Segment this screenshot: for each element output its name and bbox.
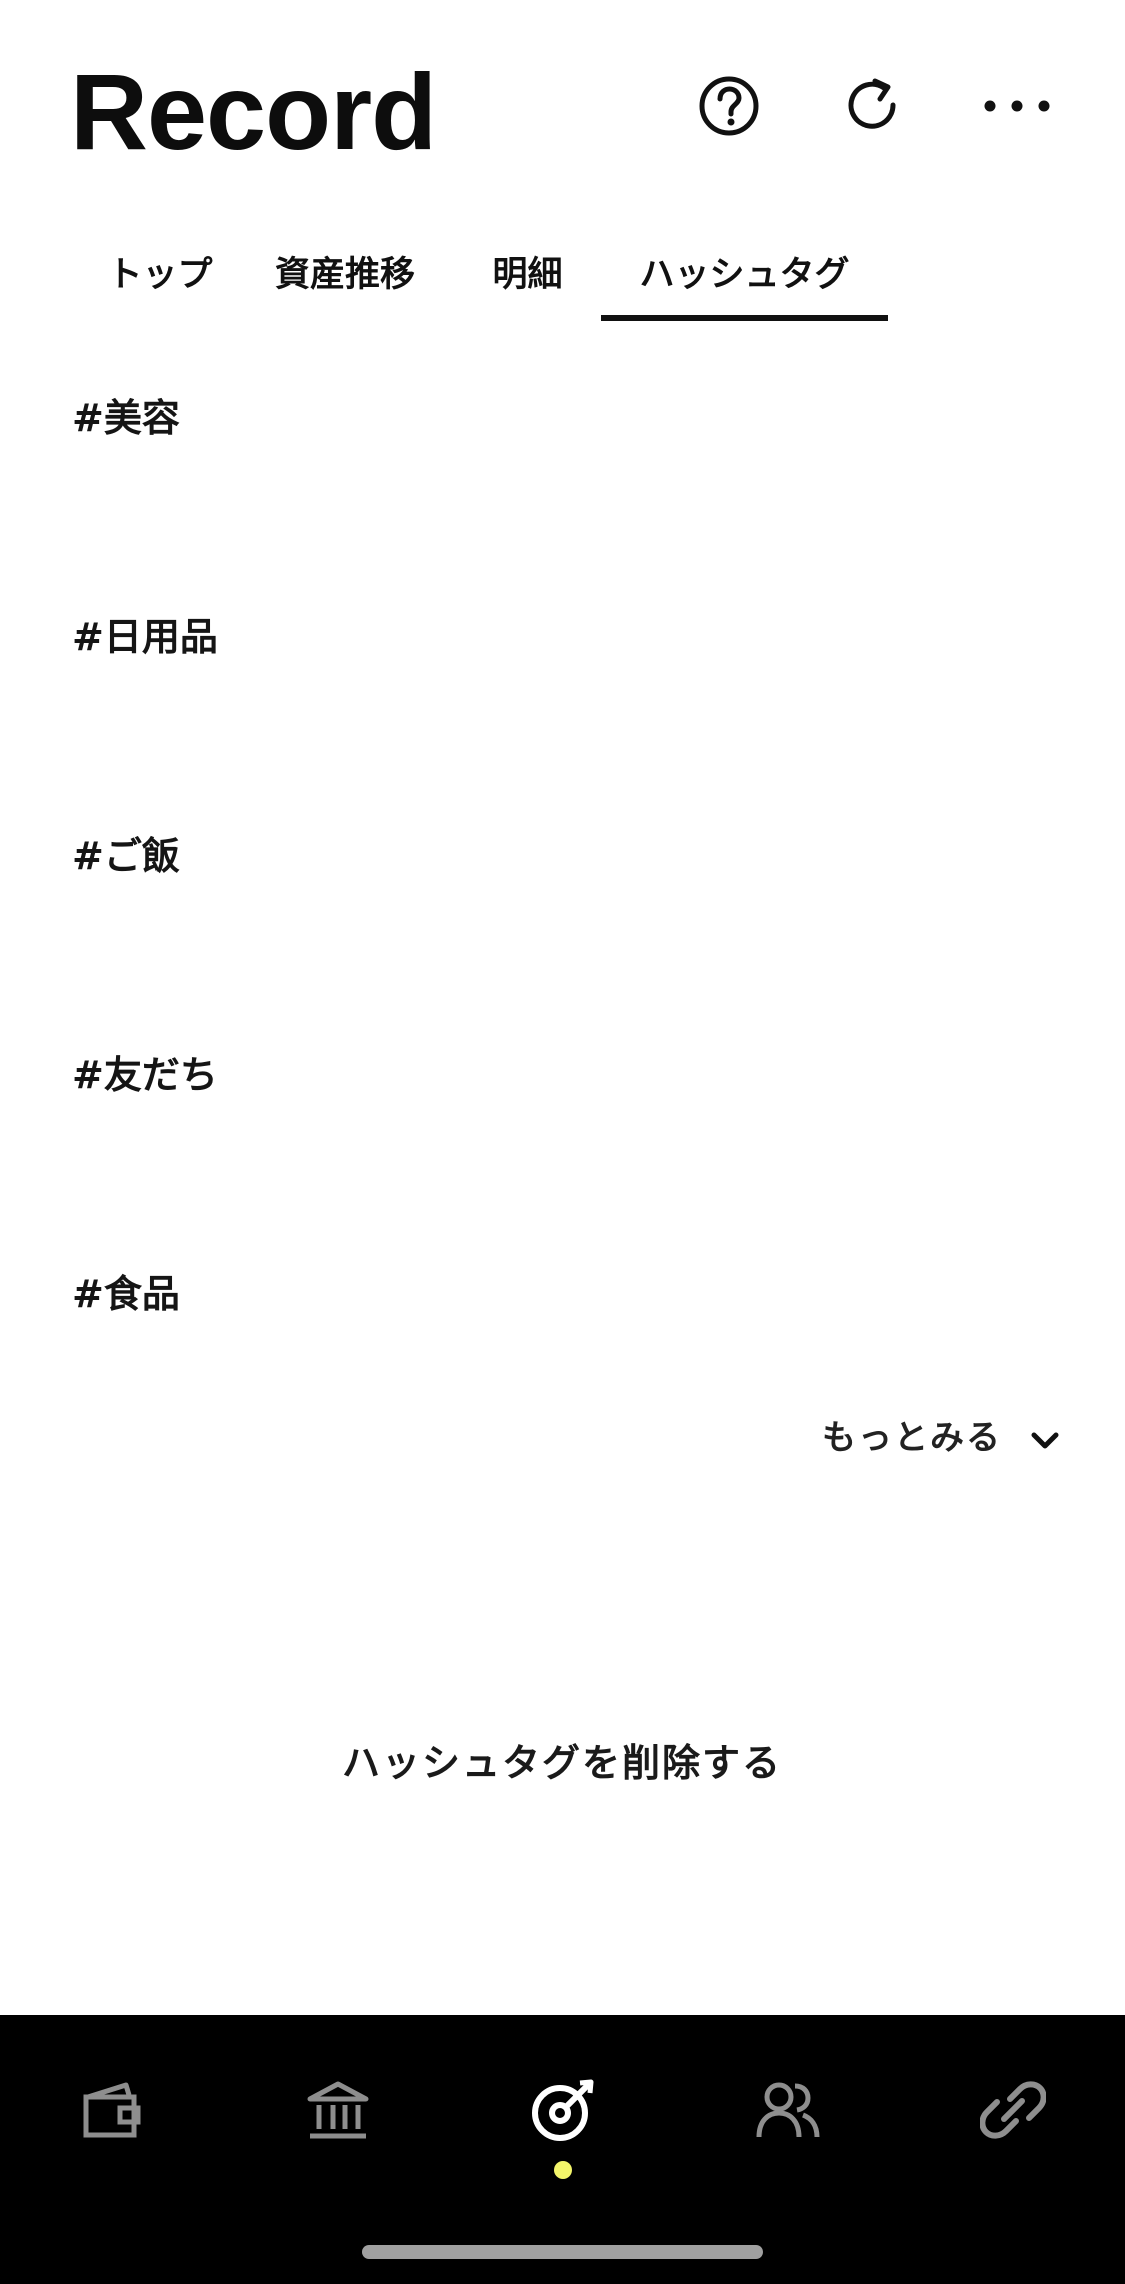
active-nav-indicator [554, 2161, 572, 2179]
nav-people[interactable] [743, 2065, 833, 2155]
delete-hashtag-button[interactable]: ハッシュタグを削除する [262, 1730, 862, 1796]
nav-record[interactable] [518, 2065, 608, 2155]
nav-wallet[interactable] [68, 2065, 158, 2155]
help-button[interactable] [691, 68, 767, 144]
tab-bar: トップ 資産推移 明細 ハッシュタグ [70, 240, 1070, 321]
active-tab-indicator [601, 315, 888, 321]
refresh-icon [848, 78, 896, 129]
record-target-icon [532, 2079, 594, 2141]
wallet-icon [83, 2082, 141, 2138]
show-more-label: もっとみる [822, 1417, 1002, 1458]
link-icon [980, 2081, 1046, 2139]
hashtag-item[interactable]: #ご飯 [72, 828, 1072, 1047]
chevron-down-icon [1031, 1432, 1059, 1449]
nav-link[interactable] [968, 2065, 1058, 2155]
page-title: Record [70, 51, 437, 172]
show-more-button[interactable]: もっとみる [822, 1404, 1062, 1464]
hashtag-list: #美容 #日用品 #ご飯 #友だち #食品 [72, 390, 1072, 1485]
tab-details[interactable]: 明細 [485, 240, 570, 320]
more-horizontal-icon [984, 100, 1050, 112]
app-header: Record [0, 0, 1125, 200]
hashtag-item[interactable]: #友だち [72, 1047, 1072, 1266]
bottom-navigation [0, 2015, 1125, 2284]
help-circle-icon [699, 76, 759, 136]
tab-hashtag[interactable]: ハッシュタグ [601, 240, 888, 320]
hashtag-item[interactable]: #日用品 [72, 609, 1072, 828]
home-indicator [362, 2245, 763, 2259]
people-icon [756, 2082, 820, 2138]
hashtag-item[interactable]: #美容 [72, 390, 1072, 609]
nav-bank[interactable] [293, 2065, 383, 2155]
bank-icon [307, 2081, 369, 2139]
refresh-button[interactable] [835, 68, 911, 144]
tab-top[interactable]: トップ [100, 240, 220, 320]
more-button[interactable] [979, 68, 1055, 144]
tab-asset-trend[interactable]: 資産推移 [270, 240, 420, 320]
